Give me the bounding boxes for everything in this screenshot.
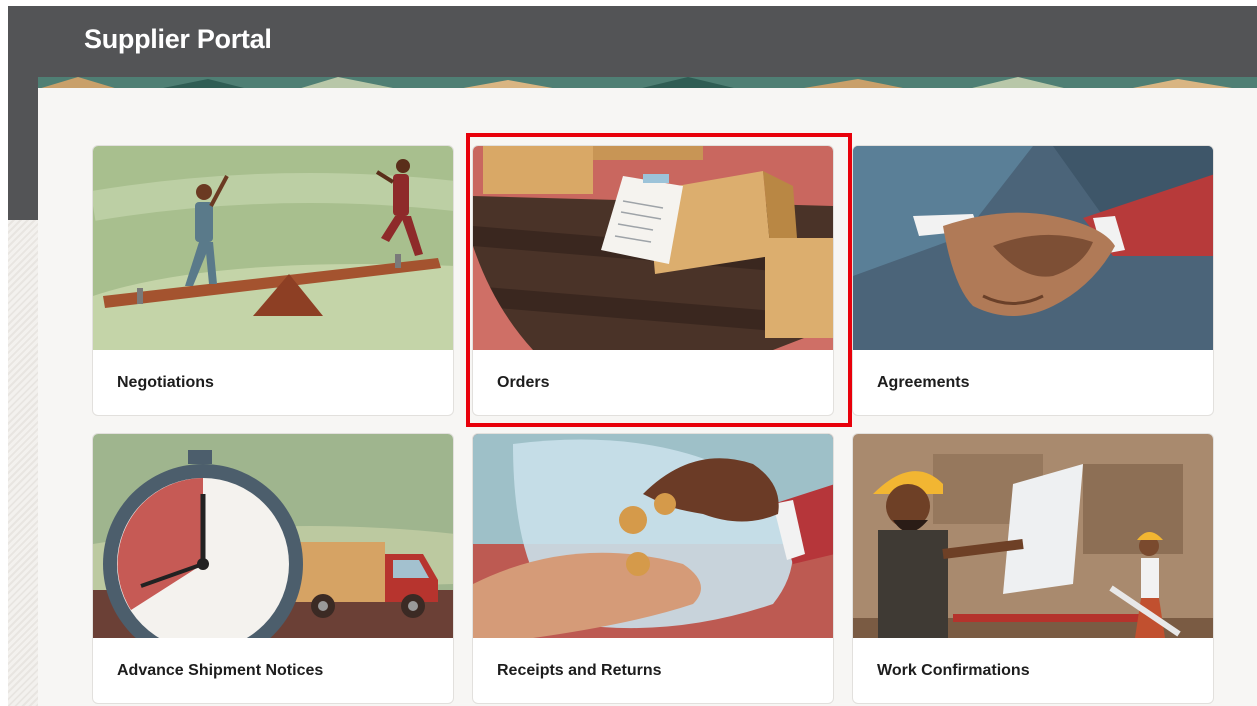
page-title: Supplier Portal [84, 24, 272, 54]
boxes-conveyor-illustration [473, 146, 833, 350]
card-label: Negotiations [117, 374, 214, 391]
background-texture [8, 220, 38, 706]
card-label: Agreements [877, 374, 970, 391]
stopwatch-truck-illustration [93, 434, 453, 638]
orders-card[interactable]: Orders [472, 145, 834, 416]
seesaw-negotiation-illustration [93, 146, 453, 350]
work-confirmations-card[interactable]: Work Confirmations [852, 433, 1214, 704]
handshake-illustration [853, 146, 1213, 350]
card-label: Work Confirmations [877, 662, 1030, 679]
advance-shipment-notices-card[interactable]: Advance Shipment Notices [92, 433, 454, 704]
card-label: Orders [497, 374, 550, 391]
card-label: Advance Shipment Notices [117, 662, 324, 679]
coin-exchange-illustration [473, 434, 833, 638]
agreements-card[interactable]: Agreements [852, 145, 1214, 416]
receipts-and-returns-card[interactable]: Receipts and Returns [472, 433, 834, 704]
negotiations-card[interactable]: Negotiations [92, 145, 454, 416]
construction-workers-illustration [853, 434, 1213, 638]
card-label: Receipts and Returns [497, 662, 662, 679]
